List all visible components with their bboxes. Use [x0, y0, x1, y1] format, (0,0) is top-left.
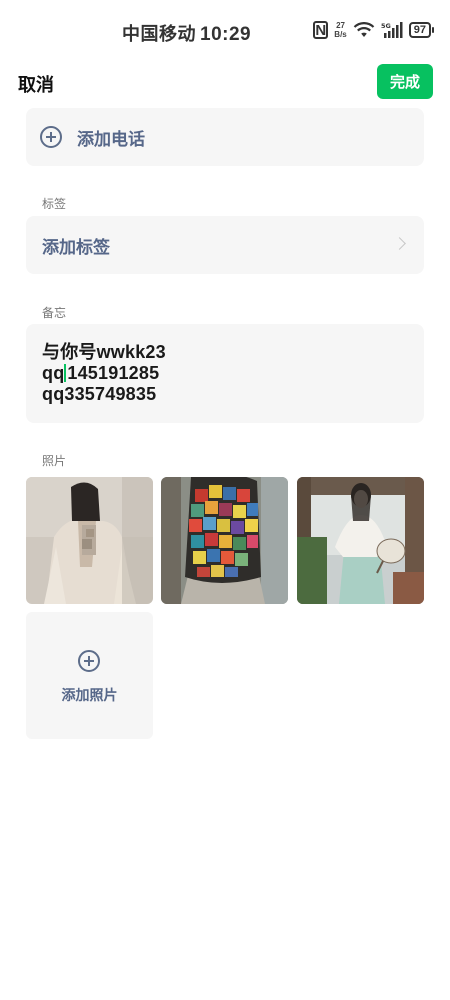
add-photo-button[interactable]: 添加照片: [26, 612, 153, 739]
note-line-2: qq 145191285: [42, 363, 408, 384]
chevron-right-icon: [393, 237, 406, 250]
add-photo-label: 添加照片: [61, 687, 118, 703]
battery-icon: 97: [408, 22, 434, 38]
notes-textarea[interactable]: 与你号wwkk23 qq 145191285 qq335749835: [26, 324, 424, 423]
carrier-name: 中国移动: [122, 24, 196, 44]
photo-thumbnail[interactable]: [161, 477, 288, 604]
cellular-signal-icon: 5G: [381, 22, 403, 38]
network-speed: 27 B/s: [334, 21, 346, 39]
photos-section-title: 照片: [42, 454, 67, 468]
wifi-icon: [353, 22, 375, 37]
done-button[interactable]: 完成: [377, 64, 433, 99]
network-speed-unit: B/s: [334, 30, 347, 39]
note-line-2-start: qq: [42, 363, 65, 383]
add-tag-label: 添加标签: [42, 237, 110, 257]
photo-thumbnail[interactable]: [297, 477, 424, 604]
tags-section-title: 标签: [42, 197, 67, 211]
note-line-3: qq335749835: [42, 384, 157, 404]
plus-circle-icon: [78, 650, 100, 672]
battery-tip: [432, 27, 434, 33]
plus-circle-icon: [40, 126, 62, 148]
nfc-icon: N: [313, 21, 329, 39]
add-tag-row[interactable]: 添加标签: [26, 216, 424, 274]
photo-thumbnail[interactable]: [26, 477, 153, 604]
status-time: 10:29: [200, 24, 252, 45]
battery-level: 97: [408, 22, 431, 38]
add-phone-row[interactable]: 添加电话: [26, 108, 424, 166]
cancel-button[interactable]: 取消: [18, 71, 54, 97]
status-left: 中国移动 10:29: [122, 20, 251, 46]
status-icons: N 27 B/s 5G 97: [313, 21, 434, 39]
status-bar: 中国移动 10:29 N 27 B/s 5G 97: [0, 0, 450, 64]
add-phone-label: 添加电话: [77, 129, 145, 149]
nav-bar: 取消 完成: [0, 64, 450, 104]
notes-section-title: 备忘: [42, 306, 67, 320]
note-line-2-end: 145191285: [67, 363, 160, 383]
note-line-1: 与你号wwkk23: [42, 342, 166, 362]
network-type-label: 5G: [381, 22, 391, 30]
network-speed-value: 27: [336, 21, 345, 30]
